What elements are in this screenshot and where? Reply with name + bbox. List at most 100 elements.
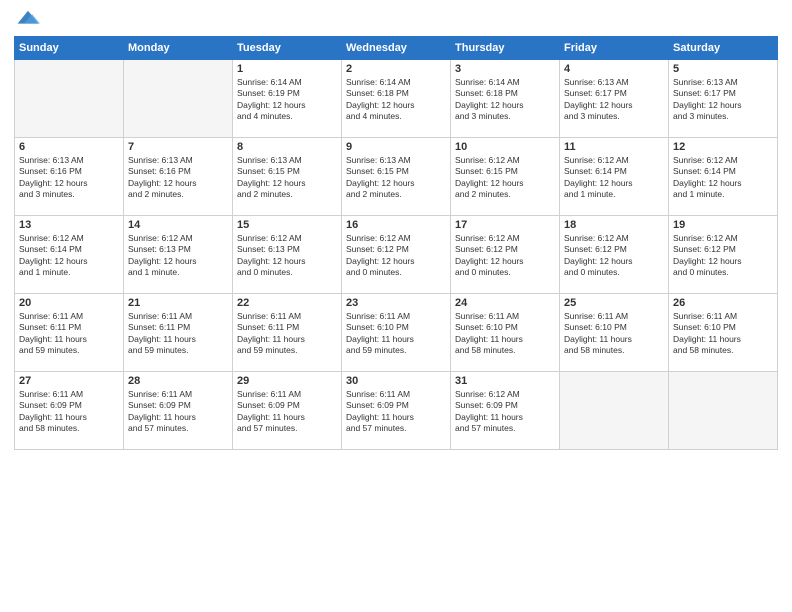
calendar-cell	[669, 372, 778, 450]
calendar-cell	[560, 372, 669, 450]
cell-info: Sunrise: 6:13 AMSunset: 6:16 PMDaylight:…	[19, 155, 119, 201]
calendar-cell: 3 Sunrise: 6:14 AMSunset: 6:18 PMDaylight…	[451, 60, 560, 138]
cell-info: Sunrise: 6:12 AMSunset: 6:14 PMDaylight:…	[19, 233, 119, 279]
calendar-cell	[15, 60, 124, 138]
day-number: 21	[128, 297, 228, 309]
calendar-cell: 16Sunrise: 6:12 AMSunset: 6:12 PMDayligh…	[342, 216, 451, 294]
cell-info: Sunrise: 6:13 AMSunset: 6:17 PMDaylight:…	[564, 77, 664, 123]
cell-info: Sunrise: 6:11 AMSunset: 6:10 PMDaylight:…	[673, 311, 773, 357]
calendar-cell: 19 Sunrise: 6:12 AMSunset: 6:12 PMDayligh…	[669, 216, 778, 294]
calendar-cell: 6 Sunrise: 6:13 AMSunset: 6:16 PMDaylight…	[15, 138, 124, 216]
col-header-saturday: Saturday	[669, 37, 778, 60]
day-number: 24	[455, 297, 555, 309]
cell-info: Sunrise: 6:12 AMSunset: 6:13 PMDaylight:…	[128, 233, 228, 279]
day-number: 5	[673, 63, 773, 75]
cell-info: Sunrise: 6:14 AMSunset: 6:19 PMDaylight:…	[237, 77, 337, 123]
calendar-cell: 30Sunrise: 6:11 AMSunset: 6:09 PMDayligh…	[342, 372, 451, 450]
cell-info: Sunrise: 6:13 AMSunset: 6:16 PMDaylight:…	[128, 155, 228, 201]
col-header-thursday: Thursday	[451, 37, 560, 60]
day-number: 2	[346, 63, 446, 75]
day-number: 11	[564, 141, 664, 153]
calendar-cell: 12 Sunrise: 6:12 AMSunset: 6:14 PMDayligh…	[669, 138, 778, 216]
cell-info: Sunrise: 6:11 AMSunset: 6:09 PMDaylight:…	[128, 389, 228, 435]
day-number: 27	[19, 375, 119, 387]
calendar-cell: 22 Sunrise: 6:11 AMSunset: 6:11 PMDayligh…	[233, 294, 342, 372]
calendar-table: SundayMondayTuesdayWednesdayThursdayFrid…	[14, 36, 778, 450]
cell-info: Sunrise: 6:14 AMSunset: 6:18 PMDaylight:…	[455, 77, 555, 123]
col-header-tuesday: Tuesday	[233, 37, 342, 60]
day-number: 13	[19, 219, 119, 231]
day-number: 3	[455, 63, 555, 75]
col-header-sunday: Sunday	[15, 37, 124, 60]
day-number: 19	[673, 219, 773, 231]
day-number: 25	[564, 297, 664, 309]
cell-info: Sunrise: 6:12 AMSunset: 6:14 PMDaylight:…	[673, 155, 773, 201]
cell-info: Sunrise: 6:11 AMSunset: 6:09 PMDaylight:…	[237, 389, 337, 435]
cell-info: Sunrise: 6:11 AMSunset: 6:11 PMDaylight:…	[19, 311, 119, 357]
calendar-cell: 29 Sunrise: 6:11 AMSunset: 6:09 PMDayligh…	[233, 372, 342, 450]
col-header-monday: Monday	[124, 37, 233, 60]
calendar-body: 1Sunrise: 6:14 AMSunset: 6:19 PMDaylight…	[15, 60, 778, 450]
week-row-3: 13 Sunrise: 6:12 AMSunset: 6:14 PMDayligh…	[15, 216, 778, 294]
cell-info: Sunrise: 6:11 AMSunset: 6:10 PMDaylight:…	[455, 311, 555, 357]
cell-info: Sunrise: 6:13 AMSunset: 6:15 PMDaylight:…	[237, 155, 337, 201]
cell-info: Sunrise: 6:13 AMSunset: 6:15 PMDaylight:…	[346, 155, 446, 201]
calendar-cell: 25 Sunrise: 6:11 AMSunset: 6:10 PMDayligh…	[560, 294, 669, 372]
logo	[14, 12, 40, 28]
day-number: 7	[128, 141, 228, 153]
calendar-cell: 7 Sunrise: 6:13 AMSunset: 6:16 PMDaylight…	[124, 138, 233, 216]
calendar-header-row: SundayMondayTuesdayWednesdayThursdayFrid…	[15, 37, 778, 60]
day-number: 28	[128, 375, 228, 387]
day-number: 29	[237, 375, 337, 387]
week-row-5: 27 Sunrise: 6:11 AMSunset: 6:09 PMDayligh…	[15, 372, 778, 450]
calendar-cell: 20 Sunrise: 6:11 AMSunset: 6:11 PMDayligh…	[15, 294, 124, 372]
cell-info: Sunrise: 6:14 AMSunset: 6:18 PMDaylight:…	[346, 77, 446, 123]
cell-info: Sunrise: 6:11 AMSunset: 6:10 PMDaylight:…	[564, 311, 664, 357]
day-number: 18	[564, 219, 664, 231]
cell-info: Sunrise: 6:11 AMSunset: 6:10 PMDaylight:…	[346, 311, 446, 357]
calendar-cell: 15 Sunrise: 6:12 AMSunset: 6:13 PMDayligh…	[233, 216, 342, 294]
calendar-cell: 24 Sunrise: 6:11 AMSunset: 6:10 PMDayligh…	[451, 294, 560, 372]
col-header-friday: Friday	[560, 37, 669, 60]
cell-info: Sunrise: 6:12 AMSunset: 6:14 PMDaylight:…	[564, 155, 664, 201]
cell-info: Sunrise: 6:11 AMSunset: 6:09 PMDaylight:…	[346, 389, 446, 435]
day-number: 9	[346, 141, 446, 153]
page: SundayMondayTuesdayWednesdayThursdayFrid…	[0, 0, 792, 612]
day-number: 8	[237, 141, 337, 153]
calendar-cell: 2 Sunrise: 6:14 AMSunset: 6:18 PMDaylight…	[342, 60, 451, 138]
calendar-cell: 4 Sunrise: 6:13 AMSunset: 6:17 PMDaylight…	[560, 60, 669, 138]
day-number: 12	[673, 141, 773, 153]
cell-info: Sunrise: 6:12 AMSunset: 6:12 PMDaylight:…	[346, 233, 446, 279]
day-number: 15	[237, 219, 337, 231]
day-number: 23	[346, 297, 446, 309]
calendar-cell: 27 Sunrise: 6:11 AMSunset: 6:09 PMDayligh…	[15, 372, 124, 450]
calendar-cell: 18 Sunrise: 6:12 AMSunset: 6:12 PMDayligh…	[560, 216, 669, 294]
calendar-cell	[124, 60, 233, 138]
cell-info: Sunrise: 6:11 AMSunset: 6:11 PMDaylight:…	[128, 311, 228, 357]
day-number: 20	[19, 297, 119, 309]
cell-info: Sunrise: 6:12 AMSunset: 6:09 PMDaylight:…	[455, 389, 555, 435]
calendar-cell: 11 Sunrise: 6:12 AMSunset: 6:14 PMDayligh…	[560, 138, 669, 216]
cell-info: Sunrise: 6:11 AMSunset: 6:11 PMDaylight:…	[237, 311, 337, 357]
day-number: 26	[673, 297, 773, 309]
day-number: 6	[19, 141, 119, 153]
calendar-cell: 14 Sunrise: 6:12 AMSunset: 6:13 PMDayligh…	[124, 216, 233, 294]
day-number: 22	[237, 297, 337, 309]
day-number: 4	[564, 63, 664, 75]
calendar-cell: 13 Sunrise: 6:12 AMSunset: 6:14 PMDayligh…	[15, 216, 124, 294]
cell-info: Sunrise: 6:12 AMSunset: 6:13 PMDaylight:…	[237, 233, 337, 279]
day-number: 14	[128, 219, 228, 231]
calendar-cell: 28 Sunrise: 6:11 AMSunset: 6:09 PMDayligh…	[124, 372, 233, 450]
day-number: 17	[455, 219, 555, 231]
cell-info: Sunrise: 6:11 AMSunset: 6:09 PMDaylight:…	[19, 389, 119, 435]
cell-info: Sunrise: 6:12 AMSunset: 6:12 PMDaylight:…	[564, 233, 664, 279]
cell-info: Sunrise: 6:13 AMSunset: 6:17 PMDaylight:…	[673, 77, 773, 123]
week-row-4: 20 Sunrise: 6:11 AMSunset: 6:11 PMDayligh…	[15, 294, 778, 372]
week-row-1: 1Sunrise: 6:14 AMSunset: 6:19 PMDaylight…	[15, 60, 778, 138]
calendar-cell: 17Sunrise: 6:12 AMSunset: 6:12 PMDayligh…	[451, 216, 560, 294]
calendar-cell: 31Sunrise: 6:12 AMSunset: 6:09 PMDayligh…	[451, 372, 560, 450]
cell-info: Sunrise: 6:12 AMSunset: 6:12 PMDaylight:…	[673, 233, 773, 279]
col-header-wednesday: Wednesday	[342, 37, 451, 60]
day-number: 10	[455, 141, 555, 153]
header	[14, 12, 778, 28]
